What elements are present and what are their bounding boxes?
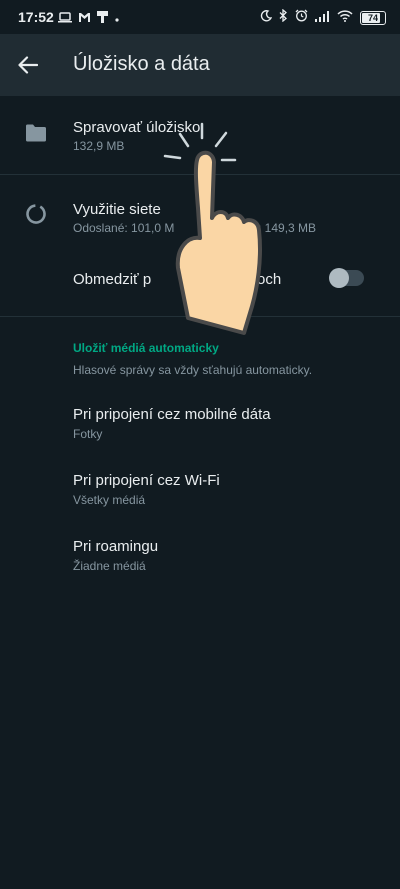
storage-size: 132,9 MB <box>73 139 125 153</box>
network-usage-item[interactable]: Využitie siete Odoslané: 101,0 M ijaté: … <box>0 175 400 253</box>
network-usage-received: ijaté: 149,3 MB <box>236 221 317 235</box>
limit-setting-label: Obmedziť p <box>73 271 152 288</box>
signal-icon <box>315 9 330 27</box>
manage-storage-item[interactable]: Spravovať úložisko 132,9 MB <box>0 96 400 174</box>
auto-download-wifi-value: Všetky médiá <box>73 493 146 507</box>
toggle-knob <box>329 268 349 288</box>
tool-icon <box>97 10 108 28</box>
auto-download-mobile-label: Pri pripojení cez mobilné dáta <box>73 406 271 423</box>
manage-storage-label: Spravovať úložisko <box>73 119 201 136</box>
limit-setting-label-end: roch <box>252 271 282 288</box>
data-usage-icon <box>25 203 47 230</box>
battery-icon: 74 <box>360 11 386 25</box>
arrow-back-icon <box>18 56 38 74</box>
section-description: Hlasové správy sa vždy sťahujú automatic… <box>73 363 313 377</box>
battery-level: 74 <box>367 13 378 23</box>
auto-download-roaming-label: Pri roamingu <box>73 538 159 555</box>
status-time: 17:52 <box>18 9 54 25</box>
divider <box>0 316 400 317</box>
moon-icon <box>260 9 273 27</box>
auto-download-roaming-item[interactable]: Pri roamingu Žiadne médiá <box>0 524 400 586</box>
page-title: Úložisko a dáta <box>73 53 210 75</box>
auto-download-wifi-label: Pri pripojení cez Wi-Fi <box>73 472 220 489</box>
network-usage-sent: Odoslané: 101,0 M <box>73 221 175 235</box>
limit-setting-toggle[interactable] <box>329 268 364 288</box>
alarm-icon <box>295 9 308 27</box>
network-usage-label: Využitie siete <box>73 201 161 218</box>
laptop-icon <box>58 10 72 28</box>
status-bar: 17:52 74 <box>0 0 400 34</box>
folder-icon <box>25 124 47 147</box>
back-button[interactable] <box>14 51 42 79</box>
wifi-icon <box>337 9 353 27</box>
auto-download-wifi-item[interactable]: Pri pripojení cez Wi-Fi Všetky médiá <box>0 458 400 520</box>
auto-download-mobile-item[interactable]: Pri pripojení cez mobilné dáta Fotky <box>0 392 400 454</box>
auto-download-mobile-value: Fotky <box>73 427 103 441</box>
auto-download-roaming-value: Žiadne médiá <box>73 559 146 573</box>
dot-icon <box>114 10 120 28</box>
bluetooth-icon <box>279 8 288 27</box>
section-title: Uložiť médiá automaticky <box>73 341 219 355</box>
gmail-icon <box>78 10 91 28</box>
app-bar: Úložisko a dáta <box>0 34 400 96</box>
